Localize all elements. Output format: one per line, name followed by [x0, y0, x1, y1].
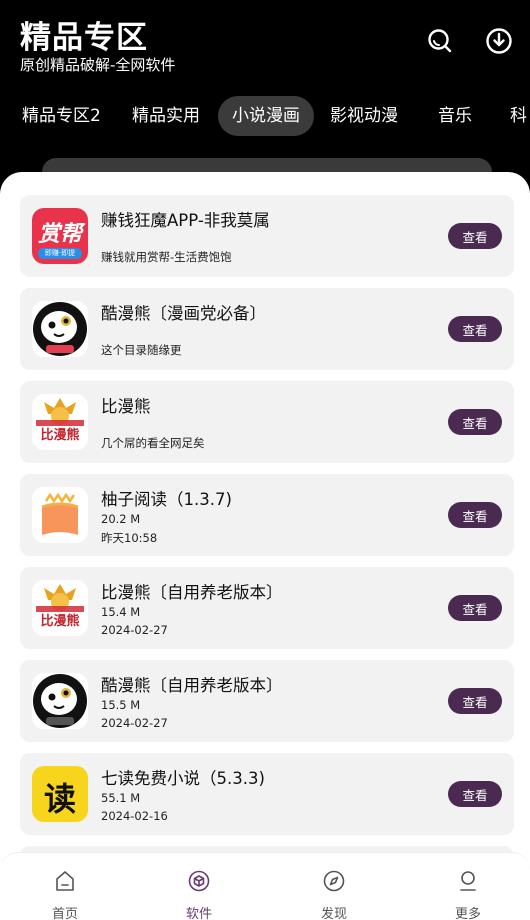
page-title: 精品专区 [20, 20, 148, 56]
nav-label: 更多 [454, 907, 481, 920]
list-item[interactable]: 柚子阅读（1.3.7) 20.2 M 昨天10:58 查看 [20, 474, 514, 556]
list-item[interactable]: 读 七读免费小说（5.3.3) 55.1 M 2024-02-16 查看 [20, 753, 514, 835]
view-button[interactable]: 查看 [448, 409, 502, 435]
nav-software[interactable]: 软件 [159, 853, 239, 920]
bimanxiong-icon: 比漫熊 [32, 580, 88, 636]
category-tabs: 精品专区2 精品实用 小说漫画 影视动漫 音乐 科 [0, 96, 530, 136]
app-name: 七读免费小说（5.3.3) [101, 769, 265, 788]
home-icon [56, 871, 74, 891]
app-date: 2024-02-27 [101, 716, 168, 730]
list-item[interactable]: 酷漫熊〔漫画党必备〕 这个目录随缘更 查看 [20, 288, 514, 370]
kumanxiong-icon [32, 301, 88, 357]
view-button[interactable]: 查看 [448, 223, 502, 249]
nav-label: 发现 [320, 907, 347, 920]
user-icon [460, 871, 476, 891]
book-icon [32, 487, 88, 543]
tab-more-cut[interactable]: 科 [510, 96, 527, 136]
view-button[interactable]: 查看 [448, 595, 502, 621]
tab-jingpin-shiyong[interactable]: 精品实用 [132, 96, 200, 136]
view-button[interactable]: 查看 [448, 781, 502, 807]
compass-icon [323, 870, 345, 892]
nav-home[interactable]: 首页 [25, 853, 105, 920]
view-button[interactable]: 查看 [448, 688, 502, 714]
app-list-sheet: 赏帮 即赚·即提 赚钱狂魔APP-非我莫属 赚钱就用赏帮-生活费饱饱 查看 酷漫… [0, 172, 530, 920]
search-icon[interactable] [425, 26, 455, 56]
view-button[interactable]: 查看 [448, 316, 502, 342]
app-date: 2024-02-16 [101, 809, 168, 823]
shangbang-icon: 赏帮 即赚·即提 [32, 208, 88, 264]
app-desc: 这个目录随缘更 [101, 343, 182, 357]
app-size: 15.4 M [101, 605, 141, 619]
app-name: 比漫熊〔自用养老版本〕 [101, 583, 283, 602]
box-icon [188, 870, 210, 892]
tab-xiaoshuo-manhua[interactable]: 小说漫画 [218, 96, 314, 136]
download-icon[interactable] [484, 26, 514, 56]
app-name: 酷漫熊〔漫画党必备〕 [101, 304, 266, 323]
app-size: 15.5 M [101, 698, 141, 712]
app-name: 赚钱狂魔APP-非我莫属 [101, 211, 270, 230]
header: 精品专区 原创精品破解-全网软件 精品专区2 精品实用 小说漫画 影视动漫 音乐… [0, 0, 530, 188]
app-name: 比漫熊 [101, 397, 151, 416]
app-date: 2024-02-27 [101, 623, 168, 637]
bottom-nav: 首页 软件 发现 更多 [0, 852, 530, 920]
list-item[interactable]: 酷漫熊〔自用养老版本〕 15.5 M 2024-02-27 查看 [20, 660, 514, 742]
list-item[interactable]: 比漫熊 比漫熊 几个屌的看全网足矣 查看 [20, 381, 514, 463]
app-name: 酷漫熊〔自用养老版本〕 [101, 676, 283, 695]
page-subtitle: 原创精品破解-全网软件 [20, 56, 176, 74]
bimanxiong-icon: 比漫熊 [32, 394, 88, 450]
tab-yingshi-dongman[interactable]: 影视动漫 [330, 96, 398, 136]
nav-label: 软件 [185, 907, 212, 920]
tab-jingpin2[interactable]: 精品专区2 [22, 96, 101, 136]
app-desc: 几个屌的看全网足矣 [101, 436, 205, 450]
qidu-icon: 读 [32, 766, 88, 822]
view-button[interactable]: 查看 [448, 502, 502, 528]
nav-more[interactable]: 更多 [428, 853, 508, 920]
app-size: 20.2 M [101, 512, 141, 526]
list-item[interactable]: 比漫熊 比漫熊〔自用养老版本〕 15.4 M 2024-02-27 查看 [20, 567, 514, 649]
app-name: 柚子阅读（1.3.7) [101, 490, 232, 509]
kumanxiong-icon [32, 673, 88, 729]
tab-music[interactable]: 音乐 [438, 96, 472, 136]
app-desc: 赚钱就用赏帮-生活费饱饱 [101, 250, 232, 264]
nav-label: 首页 [51, 907, 78, 920]
app-date: 昨天10:58 [101, 531, 158, 545]
list-item[interactable]: 赏帮 即赚·即提 赚钱狂魔APP-非我莫属 赚钱就用赏帮-生活费饱饱 查看 [20, 195, 514, 277]
nav-discover[interactable]: 发现 [294, 853, 374, 920]
app-size: 55.1 M [101, 791, 141, 805]
